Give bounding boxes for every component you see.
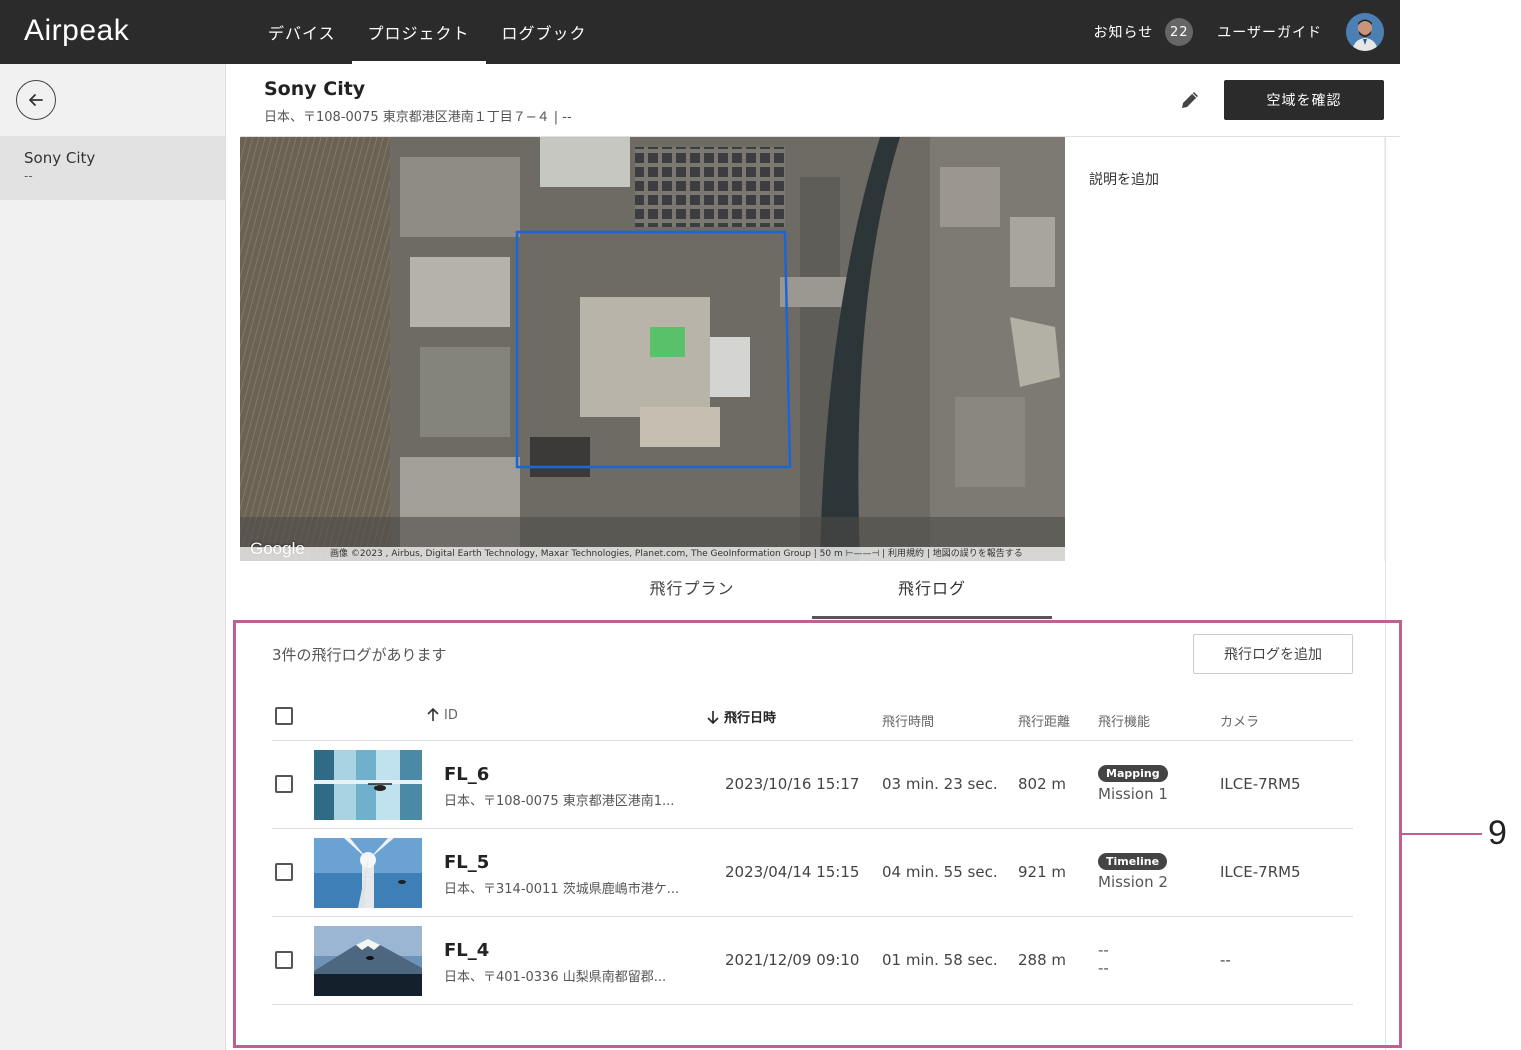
- feature-badge: Mapping: [1098, 765, 1168, 782]
- flight-duration: 01 min. 58 sec.: [882, 951, 998, 969]
- select-all-checkbox[interactable]: [275, 707, 293, 725]
- camera-model: --: [1220, 951, 1231, 969]
- callout-line: [1402, 833, 1482, 835]
- satellite-map-image: [240, 137, 1065, 561]
- feature-badge: Timeline: [1098, 853, 1168, 870]
- flight-datetime: 2023/10/16 15:17: [725, 775, 860, 793]
- row-divider: [272, 916, 1353, 917]
- flight-distance: 288 m: [1018, 951, 1067, 969]
- tab-flight-plan[interactable]: 飛行プラン: [572, 575, 812, 621]
- sort-descending-icon: [707, 710, 719, 724]
- notifications-count-badge: 22: [1165, 18, 1194, 46]
- nav-devices[interactable]: デバイス: [252, 0, 352, 64]
- nav-logbook[interactable]: ログブック: [486, 0, 603, 64]
- column-label-datetime: 飛行日時: [724, 711, 777, 726]
- row-checkbox[interactable]: [275, 951, 293, 969]
- flight-distance: 921 m: [1018, 863, 1067, 881]
- column-label-id: ID: [444, 707, 458, 723]
- column-header-id[interactable]: ID: [425, 707, 458, 723]
- edit-pencil-icon[interactable]: [1178, 88, 1202, 112]
- mission-name: Mission 1: [1098, 785, 1168, 803]
- column-header-duration[interactable]: 飛行時間: [882, 711, 934, 730]
- flight-duration: 04 min. 55 sec.: [882, 863, 998, 881]
- confirm-airspace-button[interactable]: 空域を確認: [1224, 80, 1384, 120]
- user-guide-link[interactable]: ユーザーガイド: [1217, 22, 1322, 42]
- project-header: Sony City 日本、〒108-0075 東京都港区港南１丁目７−４ | -…: [240, 64, 1400, 137]
- project-address: 日本、〒108-0075 東京都港区港南１丁目７−４ | --: [264, 110, 572, 125]
- satellite-map[interactable]: Google 画像 ©2023 , Airbus, Digital Earth …: [240, 137, 1065, 561]
- nav-projects[interactable]: プロジェクト: [351, 0, 486, 64]
- camera-model: ILCE-7RM5: [1220, 775, 1301, 793]
- drone-building-thumbnail: [314, 750, 422, 820]
- flight-address: 日本、〒108-0075 東京都港区港南1...: [444, 794, 675, 809]
- column-header-datetime[interactable]: 飛行日時: [705, 707, 776, 726]
- back-button[interactable]: [16, 80, 56, 120]
- airpeak-logo[interactable]: Airpeak: [24, 14, 129, 48]
- flight-log-count: 3件の飛行ログがあります: [272, 646, 447, 664]
- flight-duration: 03 min. 23 sec.: [882, 775, 998, 793]
- flight-datetime: 2021/12/09 09:10: [725, 951, 860, 969]
- top-navigation-bar: Airpeak デバイス プロジェクト ログブック お知らせ 22 ユーザーガイ…: [0, 0, 1400, 64]
- mission-name: Mission 2: [1098, 873, 1168, 891]
- flight-address: 日本、〒314-0011 茨城県鹿嶋市港ケ...: [444, 882, 680, 897]
- sort-ascending-icon: [427, 707, 439, 721]
- sidebar-project-name: Sony City: [24, 149, 96, 167]
- sidebar-project-sub: --: [24, 169, 33, 183]
- row-checkbox[interactable]: [275, 775, 293, 793]
- column-header-feature[interactable]: 飛行機能: [1098, 711, 1150, 730]
- mission-name: --: [1098, 959, 1109, 977]
- project-tabs: 飛行プラン 飛行ログ: [240, 561, 1385, 621]
- table-header-divider: [272, 740, 1353, 741]
- notifications-link[interactable]: お知らせ: [1094, 22, 1154, 42]
- tab-flight-log[interactable]: 飛行ログ: [812, 575, 1052, 621]
- page-title: Sony City: [264, 78, 366, 100]
- user-avatar-icon: [1346, 13, 1384, 51]
- column-header-camera[interactable]: カメラ: [1220, 711, 1259, 730]
- topbar-right: お知らせ 22 ユーザーガイド: [1094, 12, 1384, 52]
- arrow-left-icon: [29, 94, 43, 106]
- add-flight-log-button[interactable]: 飛行ログを追加: [1193, 634, 1353, 674]
- callout-number: 9: [1488, 814, 1507, 852]
- description-panel: 説明を追加: [1065, 137, 1385, 561]
- row-divider: [272, 1004, 1353, 1005]
- flight-datetime: 2023/04/14 15:15: [725, 863, 860, 881]
- camera-model: ILCE-7RM5: [1220, 863, 1301, 881]
- flight-address: 日本、〒401-0336 山梨県南都留郡...: [444, 970, 667, 985]
- row-divider: [272, 828, 1353, 829]
- column-header-distance[interactable]: 飛行距離: [1018, 711, 1070, 730]
- flight-id: FL_5: [444, 852, 490, 873]
- feature-placeholder: --: [1098, 941, 1109, 959]
- map-attribution: 画像 ©2023 , Airbus, Digital Earth Technol…: [240, 547, 1065, 561]
- add-description-link[interactable]: 説明を追加: [1089, 169, 1159, 189]
- wind-turbine-thumbnail: [314, 838, 422, 908]
- project-sidebar: Sony City --: [0, 64, 226, 1050]
- mountain-thumbnail: [314, 926, 422, 996]
- sidebar-item-project[interactable]: Sony City --: [0, 136, 225, 200]
- row-checkbox[interactable]: [275, 863, 293, 881]
- flight-thumbnail: [314, 750, 422, 820]
- avatar[interactable]: [1346, 13, 1384, 51]
- flight-id: FL_4: [444, 940, 490, 961]
- flight-id: FL_6: [444, 764, 490, 785]
- main-nav: デバイス プロジェクト ログブック: [252, 0, 603, 64]
- flight-distance: 802 m: [1018, 775, 1067, 793]
- flight-thumbnail: [314, 926, 422, 996]
- flight-thumbnail: [314, 838, 422, 908]
